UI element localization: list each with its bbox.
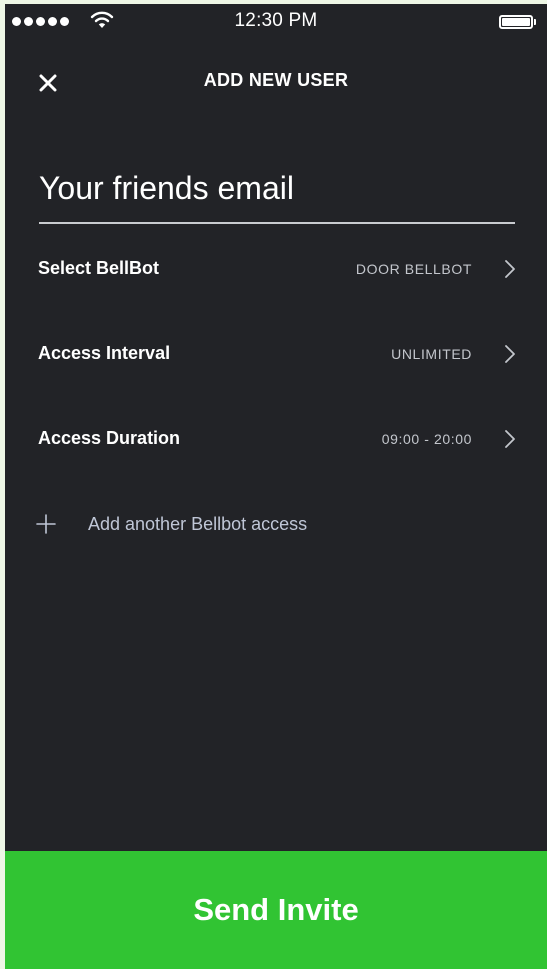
status-time: 12:30 PM xyxy=(234,10,318,31)
select-bellbot-row[interactable]: Select BellBot DOOR BELLBOT xyxy=(5,240,547,300)
app-screen: 12:30 PM ADD NEW USER Select BellBot DOO… xyxy=(5,4,547,969)
plus-icon xyxy=(36,514,56,534)
row-label: Select BellBot xyxy=(38,258,160,278)
row-label: Access Duration xyxy=(38,428,181,448)
chevron-right-icon xyxy=(505,260,515,278)
row-value: 09:00 - 20:00 xyxy=(381,431,472,447)
chevron-right-icon xyxy=(505,430,515,448)
add-access-button[interactable]: Add another Bellbot access xyxy=(35,504,307,544)
access-duration-row[interactable]: Access Duration 09:00 - 20:00 xyxy=(5,410,547,470)
add-access-label: Add another Bellbot access xyxy=(88,513,308,534)
battery-tip xyxy=(534,19,536,25)
row-value: DOOR BELLBOT xyxy=(355,261,472,277)
chevron-right-icon xyxy=(505,345,515,363)
row-value: UNLIMITED xyxy=(391,346,472,362)
send-invite-button[interactable]: Send Invite xyxy=(5,851,547,969)
battery-icon xyxy=(499,15,533,29)
row-label: Access Interval xyxy=(38,343,171,363)
page-title: ADD NEW USER xyxy=(203,70,349,90)
status-bar: 12:30 PM xyxy=(5,4,547,40)
access-interval-row[interactable]: Access Interval UNLIMITED xyxy=(5,325,547,385)
email-field[interactable] xyxy=(39,154,515,224)
